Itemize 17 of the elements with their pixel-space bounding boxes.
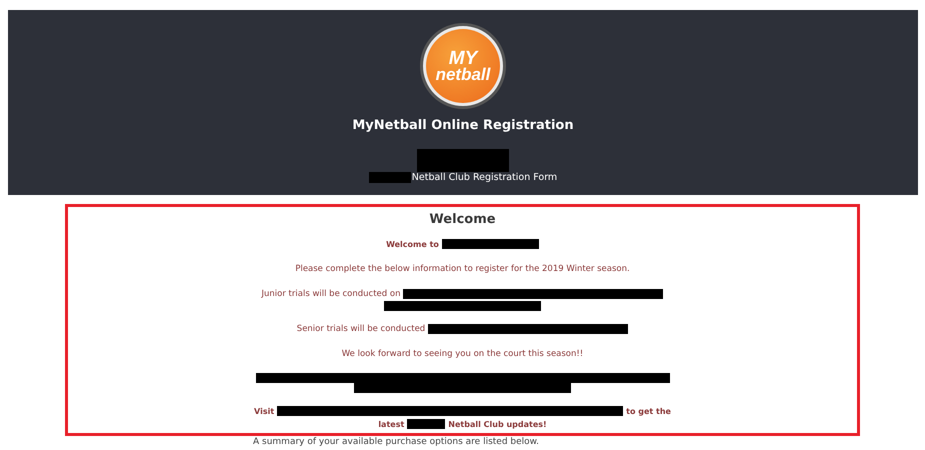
text-line: Junior trials will be conducted on bbox=[262, 288, 400, 300]
text-line: Please complete the below information to register for the 2019 Winter season. bbox=[295, 262, 630, 276]
text-line: Visit bbox=[254, 406, 274, 418]
redaction-bar bbox=[407, 419, 446, 429]
logo-text: netball bbox=[436, 66, 490, 83]
text-line: Netball Club Registration Form bbox=[412, 172, 558, 184]
text-line: Senior trials will be conducted bbox=[296, 322, 426, 336]
text-line: to get the bbox=[626, 406, 671, 418]
text-line: Welcome to bbox=[386, 238, 439, 250]
summary-text: A summary of your available purchase options are listed below. bbox=[253, 437, 540, 447]
text-line: We look forward to seeing you on the court this season!! bbox=[342, 348, 584, 360]
text-line: latest bbox=[378, 418, 404, 430]
redaction-bar bbox=[368, 172, 411, 183]
text-line: Netball Club updates! bbox=[448, 418, 547, 430]
welcome-heading: Welcome bbox=[429, 211, 496, 229]
logo-text: MY bbox=[448, 49, 478, 68]
page-title: MyNetball Online Registration bbox=[352, 117, 574, 135]
